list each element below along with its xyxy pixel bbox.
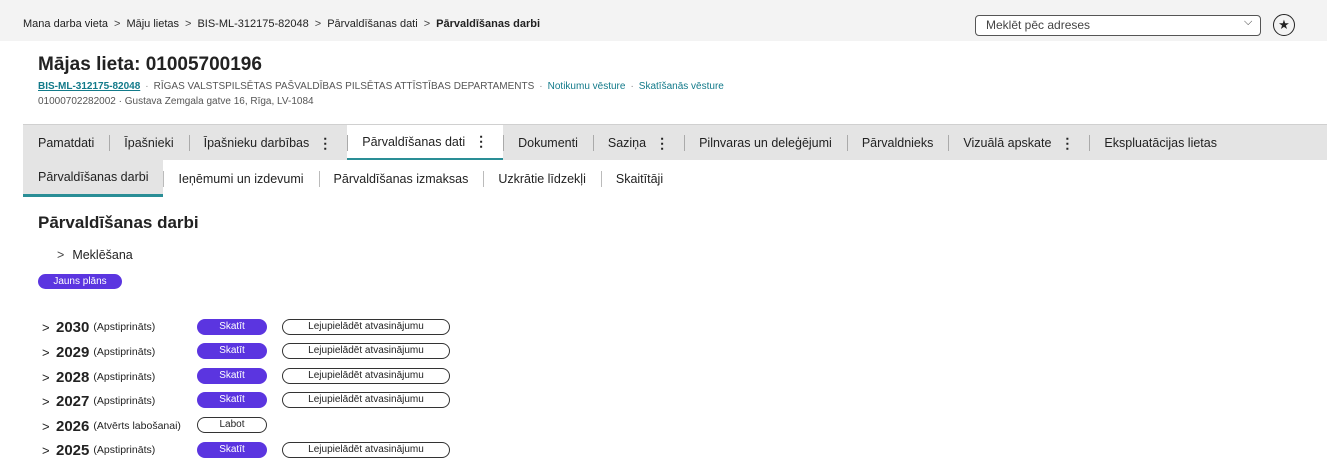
tab-label: Īpašnieku darbības (203, 136, 310, 150)
main-tabs: Pamatdati Īpašnieki Īpašnieku darbības ⋮ … (23, 124, 1327, 161)
plan-row[interactable]: > 2027 (Apstiprināts) (42, 391, 155, 411)
chevron-right-icon: > (57, 248, 65, 262)
tab-label: Saziņa (607, 136, 647, 150)
download-derivative-button[interactable]: Lejupielādēt atvasinājumu (282, 319, 450, 335)
breadcrumb-current: Pārvaldīšanas darbi (436, 18, 541, 30)
plan-status: (Apstiprināts) (93, 321, 156, 333)
breadcrumb-item-case[interactable]: BIS-ML-312175-82048 (197, 18, 308, 30)
more-vertical-icon[interactable]: ⋮ (655, 135, 669, 152)
tab-label: Pamatdati (38, 136, 95, 150)
tab-label: Vizuālā apskate (963, 136, 1052, 150)
tab-vizuala-apskate[interactable]: Vizuālā apskate ⋮ (948, 125, 1089, 161)
page-title: Mājas lieta: 01005700196 (38, 54, 262, 75)
chevron-right-icon[interactable]: > (42, 320, 56, 335)
more-vertical-icon[interactable]: ⋮ (1060, 135, 1074, 152)
view-plan-button[interactable]: Skatīt (197, 442, 267, 458)
view-plan-button[interactable]: Skatīt (197, 392, 267, 408)
plan-row[interactable]: > 2029 (Apstiprināts) (42, 342, 155, 362)
view-plan-button[interactable]: Skatīt (197, 319, 267, 335)
download-derivative-button[interactable]: Lejupielādēt atvasinājumu (282, 392, 450, 408)
plan-year: 2025 (56, 441, 90, 459)
plan-year: 2028 (56, 368, 90, 386)
new-plan-button[interactable]: Jauns plāns (38, 274, 122, 289)
tab-ekspluatacijas-lietas[interactable]: Ekspluatācijas lietas (1089, 125, 1232, 161)
plan-row[interactable]: > 2025 (Apstiprināts) (42, 440, 155, 460)
case-meta-line: BIS-ML-312175-82048 · RĪGAS VALSTSPILSĒTAS… (38, 81, 724, 92)
plan-status: (Atvērts labošanai) (93, 420, 181, 432)
subtab-ienemumi-izdevumi[interactable]: Ieņēmumi un izdevumi (163, 160, 318, 197)
subtab-parvaldisanas-izmaksas[interactable]: Pārvaldīšanas izmaksas (318, 160, 484, 197)
search-toggle-label: Meklēšana (72, 248, 133, 262)
breadcrumb: Mana darba vieta > Māju lietas > BIS-ML-… (23, 18, 540, 30)
plan-status: (Apstiprināts) (93, 371, 156, 383)
address-search-select[interactable]: Meklēt pēc adreses (975, 15, 1261, 36)
subtab-skaititaji[interactable]: Skaitītāji (600, 160, 678, 197)
tab-label: Pārvaldnieks (861, 136, 934, 150)
meta-dot: · (539, 81, 543, 92)
department-name: RĪGAS VALSTSPILSĒTAS PAŠVALDĪBAS PILSĒTA… (153, 81, 535, 92)
chevron-right-icon[interactable]: > (42, 419, 56, 434)
search-toggle[interactable]: > Meklēšana (57, 248, 133, 262)
breadcrumb-separator: > (185, 18, 192, 30)
chevron-right-icon[interactable]: > (42, 443, 56, 458)
tab-dokumenti[interactable]: Dokumenti (503, 125, 593, 161)
tab-label: Pārvaldīšanas dati (362, 134, 466, 149)
subtab-parvaldisanas-darbi[interactable]: Pārvaldīšanas darbi (23, 160, 164, 197)
chevron-down-icon[interactable]: ⌵ (1244, 16, 1252, 29)
tab-label: Īpašnieki (124, 136, 174, 150)
tab-label: Ekspluatācijas lietas (1104, 136, 1217, 150)
plan-status: (Apstiprināts) (93, 395, 156, 407)
plan-year: 2026 (56, 417, 90, 435)
download-derivative-button[interactable]: Lejupielādēt atvasinājumu (282, 368, 450, 384)
tab-ipasnieki[interactable]: Īpašnieki (109, 125, 188, 161)
chevron-right-icon[interactable]: > (42, 345, 56, 360)
breadcrumb-item-workplace[interactable]: Mana darba vieta (23, 18, 108, 30)
tab-parvaldnieks[interactable]: Pārvaldnieks (846, 125, 949, 161)
tab-ipasnieku-darbibas[interactable]: Īpašnieku darbības ⋮ (188, 125, 348, 161)
breadcrumb-item-house-cases[interactable]: Māju lietas (126, 18, 179, 30)
meta-dot: · (630, 81, 634, 92)
breadcrumb-separator: > (314, 18, 322, 30)
tab-pilnvaras[interactable]: Pilnvaras un deleģējumi (684, 125, 847, 161)
more-vertical-icon[interactable]: ⋮ (318, 135, 332, 152)
tab-label: Pilnvaras un deleģējumi (699, 136, 832, 150)
view-plan-button[interactable]: Skatīt (197, 368, 267, 384)
section-title: Pārvaldīšanas darbi (38, 213, 199, 232)
address-line: 01000702282002 · Gustava Zemgala gatve 1… (38, 96, 314, 107)
edit-plan-button[interactable]: Labot (197, 417, 267, 433)
tab-sazina[interactable]: Saziņa ⋮ (592, 125, 684, 161)
event-history-link[interactable]: Notikumu vēsture (548, 81, 626, 92)
plan-status: (Apstiprināts) (93, 444, 156, 456)
view-history-link[interactable]: Skatīšanās vēsture (639, 81, 724, 92)
tab-label: Dokumenti (518, 136, 578, 150)
tab-pamatdati[interactable]: Pamatdati (23, 125, 109, 161)
favorite-star-icon[interactable]: ★ (1273, 14, 1295, 36)
subtab-uzkratie-lidzekli[interactable]: Uzkrātie līdzekļi (483, 160, 601, 197)
download-derivative-button[interactable]: Lejupielādēt atvasinājumu (282, 442, 450, 458)
plan-row[interactable]: > 2026 (Atvērts labošanai) (42, 416, 181, 436)
sub-tabs: Pārvaldīšanas darbi Ieņēmumi un izdevumi… (23, 160, 1327, 197)
breadcrumb-item-management-data[interactable]: Pārvaldīšanas dati (327, 18, 418, 30)
more-vertical-icon[interactable]: ⋮ (474, 133, 488, 150)
breadcrumb-separator: > (423, 18, 431, 30)
plan-row[interactable]: > 2030 (Apstiprināts) (42, 317, 155, 337)
chevron-right-icon[interactable]: > (42, 370, 56, 385)
chevron-right-icon[interactable]: > (42, 394, 56, 409)
plan-status: (Apstiprināts) (93, 346, 156, 358)
tab-parvaldisanas-dati[interactable]: Pārvaldīšanas dati ⋮ (347, 125, 504, 161)
case-code-link[interactable]: BIS-ML-312175-82048 (38, 81, 140, 92)
plan-row[interactable]: > 2028 (Apstiprināts) (42, 367, 155, 387)
download-derivative-button[interactable]: Lejupielādēt atvasinājumu (282, 343, 450, 359)
view-plan-button[interactable]: Skatīt (197, 343, 267, 359)
breadcrumb-separator: > (114, 18, 121, 30)
plan-year: 2030 (56, 318, 90, 336)
plan-year: 2027 (56, 392, 90, 410)
meta-dot: · (145, 81, 149, 92)
plan-year: 2029 (56, 343, 90, 361)
